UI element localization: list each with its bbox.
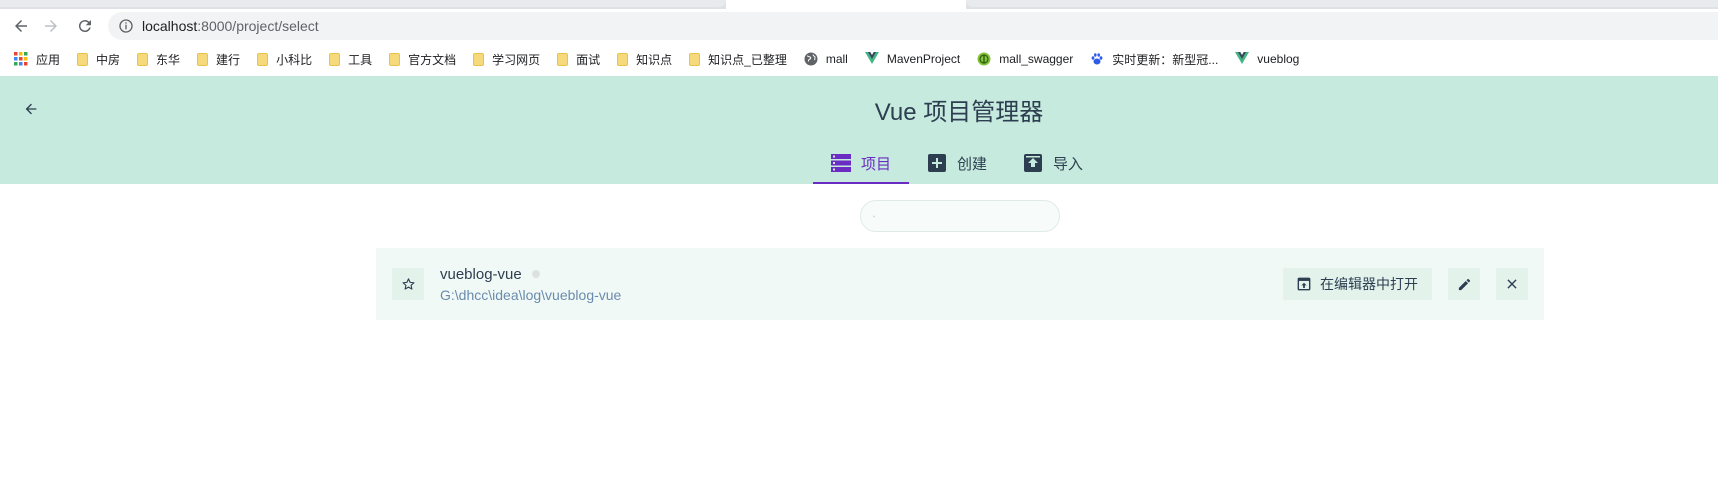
status-dot <box>531 270 540 278</box>
url-text[interactable]: localhost:8000/project/select <box>142 18 319 34</box>
bookmark-label: MavenProject <box>886 52 961 66</box>
browser-toolbar: localhost:8000/project/select <box>0 9 1718 42</box>
bookmark-item[interactable]: 学习网页 <box>473 51 540 68</box>
favorite-button[interactable] <box>392 268 424 300</box>
folder-icon <box>197 52 209 66</box>
folder-icon <box>473 52 485 66</box>
project-name-row: vueblog-vue <box>440 266 1283 283</box>
bookmark-item[interactable]: MavenProject <box>864 52 961 66</box>
globe-icon <box>804 52 818 66</box>
folder-icon <box>137 52 149 66</box>
star-outline-icon <box>402 277 414 290</box>
bookmark-label: 小科比 <box>276 52 313 67</box>
url-path: :8000/project/select <box>197 18 319 34</box>
bookmark-item[interactable]: mall <box>804 52 848 66</box>
bookmark-item[interactable]: vueblog <box>1235 52 1299 66</box>
reload-icon <box>78 20 91 33</box>
forward-button[interactable] <box>38 13 64 39</box>
tab-import[interactable]: 导入 <box>1005 142 1101 184</box>
bookmark-item[interactable]: 实时更新：新型冠... <box>1090 51 1218 68</box>
folder-icon <box>557 52 569 66</box>
import-icon <box>1023 154 1043 172</box>
bookmark-item[interactable]: 应用 <box>14 51 60 68</box>
project-list-item[interactable]: vueblog-vue G:\dhcc\idea\log\vueblog-vue… <box>376 248 1544 320</box>
bookmark-label: 应用 <box>36 52 61 67</box>
project-path: G:\dhcc\idea\log\vueblog-vue <box>440 286 622 303</box>
bookmark-item[interactable]: 面试 <box>557 51 600 68</box>
bookmark-label: 学习网页 <box>492 52 541 67</box>
bookmark-label: 面试 <box>576 52 601 67</box>
bookmark-item[interactable]: 工具 <box>329 51 372 68</box>
bookmark-label: 建行 <box>216 52 241 67</box>
back-button[interactable] <box>8 13 34 39</box>
vue-logo-icon <box>1235 52 1250 66</box>
bookmark-label: 官方文档 <box>408 52 457 67</box>
project-name: vueblog-vue <box>440 265 522 283</box>
search-input[interactable] <box>883 208 1059 224</box>
add-box-icon <box>927 154 947 172</box>
bookmark-item[interactable]: 官方文档 <box>389 51 456 68</box>
tab-projects[interactable]: 项目 <box>813 142 910 184</box>
open-in-editor-icon <box>1297 277 1311 291</box>
tab-import-label: 导入 <box>1053 155 1084 173</box>
bookmark-label: mall_swagger <box>999 52 1074 66</box>
bookmark-label: vueblog <box>1257 52 1300 66</box>
pencil-icon <box>1458 278 1470 290</box>
bookmark-item[interactable]: 知识点_已整理 <box>689 51 787 68</box>
baidu-paw-icon <box>1090 52 1104 66</box>
bookmark-label: 知识点_已整理 <box>708 52 787 67</box>
reload-button[interactable] <box>72 13 98 39</box>
active-tab[interactable] <box>726 0 966 9</box>
bookmark-label: 东华 <box>156 52 181 67</box>
bookmark-item[interactable]: 中房 <box>77 51 120 68</box>
folder-icon <box>329 52 341 66</box>
remove-button[interactable] <box>1496 268 1528 300</box>
bookmark-item[interactable]: 小科比 <box>257 51 312 68</box>
bookmark-item[interactable]: 东华 <box>137 51 180 68</box>
swagger-icon <box>977 52 991 66</box>
app-header: Vue 项目管理器 项目 创建 导入 <box>0 76 1718 184</box>
address-bar[interactable]: localhost:8000/project/select <box>108 12 1718 40</box>
tab-projects-label: 项目 <box>861 155 892 173</box>
bookmark-label: 知识点 <box>636 52 673 67</box>
inactive-tab[interactable] <box>966 0 1718 7</box>
folder-icon <box>257 52 269 66</box>
open-in-editor-button[interactable]: 在编辑器中打开 <box>1283 268 1432 300</box>
bookmark-item[interactable]: 知识点 <box>617 51 672 68</box>
open-in-editor-label: 在编辑器中打开 <box>1320 276 1418 292</box>
apps-grid-icon <box>14 52 28 66</box>
bookmark-label: 中房 <box>96 52 121 67</box>
url-host: localhost <box>142 18 198 34</box>
arrow-right-icon <box>45 20 57 32</box>
folder-icon <box>689 52 701 66</box>
bookmark-item[interactable]: 建行 <box>197 51 240 68</box>
projects-list-icon <box>831 154 851 172</box>
project-search[interactable] <box>860 200 1060 232</box>
bookmark-label: mall <box>825 52 848 66</box>
edit-button[interactable] <box>1448 268 1480 300</box>
info-icon[interactable] <box>118 18 134 34</box>
bookmark-item[interactable]: mall_swagger <box>977 52 1073 66</box>
main-nav-tabs: 项目 创建 导入 <box>813 142 1101 184</box>
folder-icon <box>617 52 629 66</box>
bookmarks-bar: 应用 中房 东华 建行 小科比 工具 官方文档 学习网页 面试 知识点 知识点_已整理 mall Mav… <box>0 42 1718 76</box>
close-icon <box>1507 279 1517 289</box>
vue-logo-icon <box>864 52 879 66</box>
bookmark-label: 实时更新：新型冠... <box>1112 52 1219 67</box>
search-icon <box>873 215 875 217</box>
project-info: vueblog-vue G:\dhcc\idea\log\vueblog-vue <box>440 266 1283 303</box>
page-title: Vue 项目管理器 <box>874 99 1044 126</box>
tab-create-label: 创建 <box>957 155 988 173</box>
bookmark-label: 工具 <box>348 52 373 67</box>
tab-create[interactable]: 创建 <box>909 142 1005 184</box>
arrow-left-icon <box>15 20 27 32</box>
browser-tab-strip <box>0 0 1718 9</box>
folder-icon <box>389 52 401 66</box>
folder-icon <box>77 52 89 66</box>
inactive-tab[interactable] <box>0 0 726 7</box>
